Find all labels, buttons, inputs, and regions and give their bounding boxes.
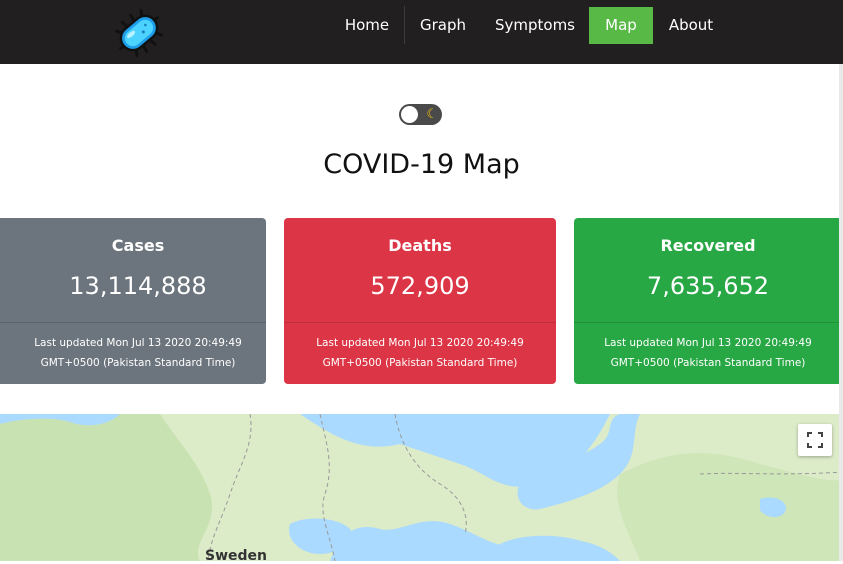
recovered-footer: Last updated Mon Jul 13 2020 20:49:49 GM… (574, 333, 842, 373)
recovered-updated: Last updated Mon Jul 13 2020 20:49:49 (604, 337, 812, 349)
card-divider (0, 322, 266, 323)
moon-icon: ☾ (426, 107, 438, 122)
map-view[interactable] (0, 414, 843, 561)
cases-footer: Last updated Mon Jul 13 2020 20:49:49 GM… (0, 333, 266, 373)
card-divider (574, 322, 842, 323)
nav-map[interactable]: Map (589, 7, 653, 44)
nav-divider (404, 6, 405, 44)
map-tiles (0, 414, 843, 561)
scrollbar-track[interactable] (839, 64, 843, 561)
cases-label: Cases (111, 236, 165, 255)
deaths-value: 572,909 (370, 272, 470, 300)
deaths-card: Deaths 572,909 Last updated Mon Jul 13 2… (284, 218, 556, 384)
map-label-sweden: Sweden (205, 548, 267, 564)
recovered-label: Recovered (660, 236, 756, 255)
fullscreen-icon (807, 432, 823, 448)
deaths-footer: Last updated Mon Jul 13 2020 20:49:49 GM… (284, 333, 556, 373)
cases-value: 13,114,888 (69, 272, 207, 300)
nav-home[interactable]: Home (338, 7, 396, 44)
recovered-timezone: GMT+0500 (Pakistan Standard Time) (610, 357, 806, 369)
card-divider (284, 322, 556, 323)
virus-icon[interactable] (112, 8, 166, 58)
toggle-knob (401, 106, 418, 123)
cases-card: Cases 13,114,888 Last updated Mon Jul 13… (0, 218, 266, 384)
nav-graph[interactable]: Graph (414, 7, 472, 44)
deaths-label: Deaths (388, 236, 452, 255)
deaths-timezone: GMT+0500 (Pakistan Standard Time) (322, 357, 518, 369)
cases-timezone: GMT+0500 (Pakistan Standard Time) (40, 357, 236, 369)
nav-about[interactable]: About (661, 7, 721, 44)
deaths-updated: Last updated Mon Jul 13 2020 20:49:49 (316, 337, 524, 349)
nav-symptoms[interactable]: Symptoms (489, 7, 581, 44)
recovered-value: 7,635,652 (646, 272, 770, 300)
theme-toggle[interactable]: ☾ (399, 104, 442, 125)
page-title: COVID-19 Map (323, 149, 520, 180)
cases-updated: Last updated Mon Jul 13 2020 20:49:49 (34, 337, 242, 349)
navbar: Home Graph Symptoms Map About (0, 0, 843, 64)
recovered-card: Recovered 7,635,652 Last updated Mon Jul… (574, 218, 842, 384)
fullscreen-button[interactable] (798, 424, 832, 456)
